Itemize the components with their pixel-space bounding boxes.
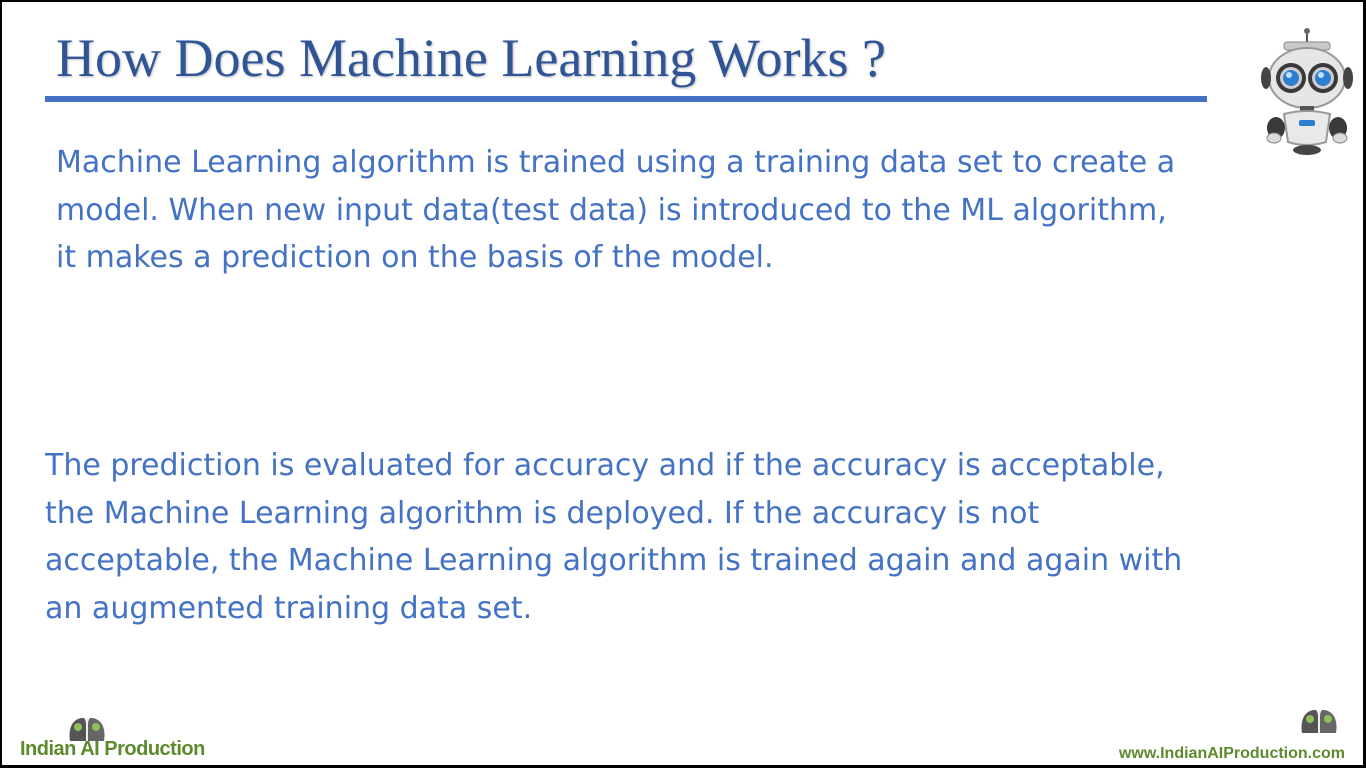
slide-title: How Does Machine Learning Works ? (56, 28, 886, 88)
paragraph-evaluation: The prediction is evaluated for accuracy… (45, 448, 1183, 626)
slide: How Does Machine Learning Works ? Machin… (2, 2, 1363, 765)
brand-logo: Indian AI Production (20, 712, 205, 762)
ai-head-logo-icon (1301, 709, 1337, 733)
title-underline (45, 96, 1207, 102)
robot-icon (1261, 28, 1353, 155)
paragraph-training: Machine Learning algorithm is trained us… (56, 145, 1176, 275)
website-url: www.IndianAIProduction.com (1118, 745, 1345, 762)
brand-logo-text: Indian AI Production (20, 738, 205, 760)
